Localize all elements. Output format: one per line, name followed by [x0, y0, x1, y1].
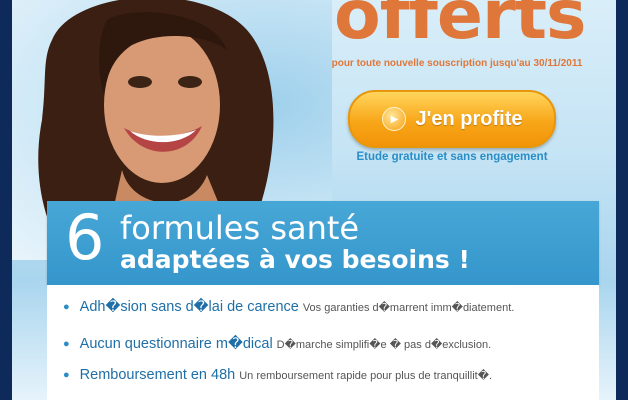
bullet-icon: ● [63, 338, 70, 350]
bullet-icon: ● [63, 301, 70, 313]
cta-label: J'en profite [415, 107, 523, 130]
play-icon: ▶ [381, 107, 406, 131]
list-item: ● Remboursement en 48h Un remboursement ra… [63, 367, 492, 383]
ad-frame: offerts* pour toute nouvelle souscriptio… [12, 0, 616, 400]
offer-conditions: pour toute nouvelle souscription jusqu'a… [331, 58, 583, 69]
list-item: ● Adh�sion sans d�lai de carence Vos garan… [63, 299, 514, 315]
banner-line-1: formules santé [120, 209, 360, 247]
feature-list: ● Adh�sion sans d�lai de carence Vos garan… [47, 285, 599, 400]
offer-headline: offerts* [334, 0, 587, 50]
jen-profite-button[interactable]: ▶ J'en profite [348, 90, 556, 148]
cta-note: Etude gratuite et sans engagement [356, 151, 548, 163]
feature-desc: Vos garanties d�marrent imm�diatement. [302, 302, 515, 314]
feature-title: Aucun questionnaire m�dical [79, 336, 273, 352]
bullet-icon: ● [63, 369, 70, 381]
banner-line-2: adaptées à vos besoins ! [120, 245, 470, 274]
feature-title: Remboursement en 48h [79, 367, 236, 383]
feature-title: Adh�sion sans d�lai de carence [79, 299, 299, 315]
headline-word: offerts [334, 0, 587, 55]
formules-banner: 6 formules santé adaptées à vos besoins … [47, 201, 599, 285]
feature-desc: D�marche simplifi�e � pas d�exclusion. [276, 339, 492, 351]
feature-desc: Un remboursement rapide pour plus de tra… [239, 370, 493, 382]
banner-number: 6 [65, 201, 105, 274]
list-item: ● Aucun questionnaire m�dical D�marche sim… [63, 336, 491, 352]
